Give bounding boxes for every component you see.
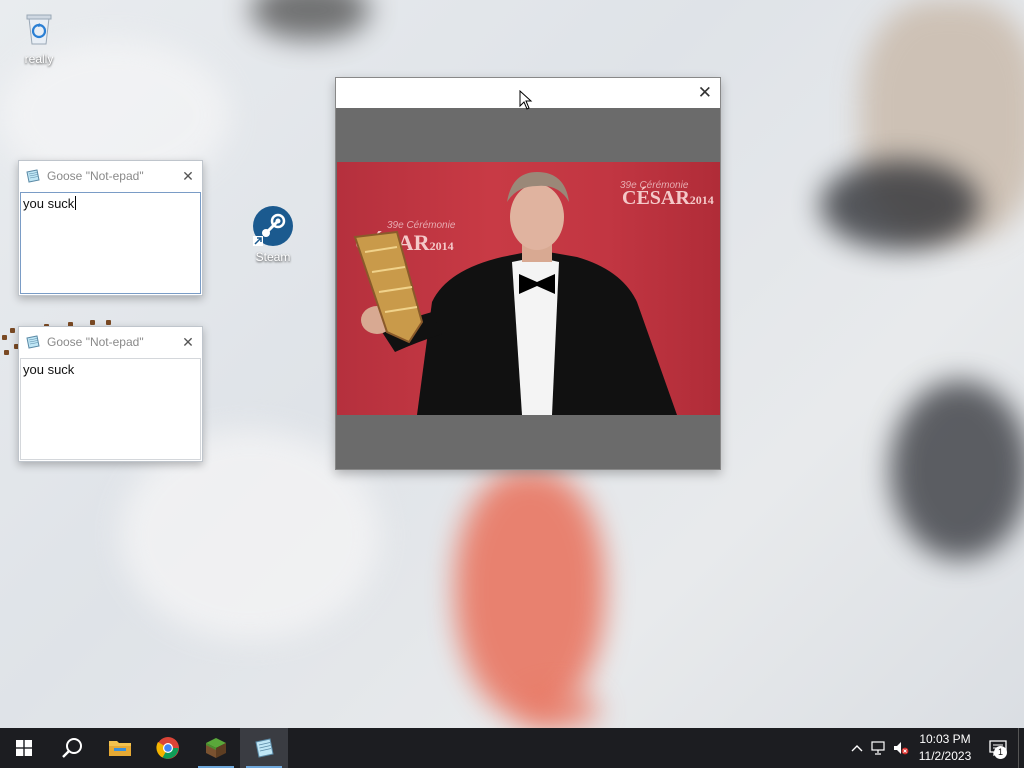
search-button[interactable] <box>48 728 96 768</box>
desktop-icon-label: really <box>24 52 54 66</box>
notepad-titlebar[interactable]: Goose "Not-epad" ✕ <box>19 161 202 191</box>
notepad-text-area[interactable]: you suck <box>20 358 201 460</box>
taskbar-clock[interactable]: 10:03 PM 11/2/2023 <box>912 731 978 765</box>
windows-logo-icon <box>16 740 32 756</box>
grass-block-icon <box>206 738 226 758</box>
close-icon[interactable]: ✕ <box>180 168 196 184</box>
recycle-bin-icon <box>26 14 52 45</box>
wallpaper-goose-foot <box>890 380 1024 560</box>
desktop-icon-label: Steam <box>255 250 291 264</box>
notepad-title: Goose "Not-epad" <box>47 169 144 183</box>
notepad-text-area[interactable]: you suck <box>20 192 201 294</box>
search-icon <box>62 738 82 758</box>
notepad-icon <box>26 169 40 183</box>
notepad-title: Goose "Not-epad" <box>47 335 144 349</box>
close-icon[interactable]: ✕ <box>180 334 196 350</box>
goose-notepad-window[interactable]: Goose "Not-epad" ✕ you suck <box>18 326 203 462</box>
taskbar: 10:03 PM 11/2/2023 1 <box>0 728 1024 768</box>
person-figure <box>353 172 677 415</box>
text-caret <box>75 196 77 210</box>
notepad-icon <box>26 335 40 349</box>
photo-image: 39e Cérémonie CÉSAR2014 39e Cérémonie CÉ… <box>337 162 720 415</box>
notepad-text: you suck <box>23 362 75 377</box>
steam-icon <box>253 206 293 246</box>
network-icon[interactable] <box>868 728 890 768</box>
desktop-icon-steam[interactable]: Steam <box>238 204 308 264</box>
chevron-up-icon[interactable] <box>846 728 868 768</box>
chrome-icon <box>156 737 179 759</box>
mouse-cursor-icon <box>519 90 533 110</box>
action-center-button[interactable]: 1 <box>978 728 1018 768</box>
notepad-titlebar[interactable]: Goose "Not-epad" ✕ <box>19 327 202 357</box>
taskbar-minecraft[interactable] <box>192 728 240 768</box>
folder-icon <box>109 741 131 756</box>
wallpaper-goose-foot <box>820 160 980 250</box>
goose-image-window[interactable]: ✕ 39e Cérémonie CÉSAR2014 39e Cérémonie … <box>335 77 721 470</box>
start-button[interactable] <box>0 728 48 768</box>
taskbar-notepad[interactable] <box>240 728 288 768</box>
notepad-icon <box>255 738 274 758</box>
clock-date: 11/2/2023 <box>918 749 972 763</box>
show-desktop-button[interactable] <box>1018 728 1024 768</box>
volume-muted-icon[interactable] <box>890 728 912 768</box>
taskbar-chrome[interactable] <box>144 728 192 768</box>
notification-badge: 1 <box>994 746 1007 759</box>
clock-time: 10:03 PM <box>919 732 971 746</box>
goose-notepad-window[interactable]: Goose "Not-epad" ✕ you suck <box>18 160 203 296</box>
system-tray: 10:03 PM 11/2/2023 1 <box>846 728 1024 768</box>
wallpaper-goose-shape <box>250 0 370 40</box>
desktop-icon-recycle-bin[interactable]: really <box>4 6 74 66</box>
taskbar-file-explorer[interactable] <box>96 728 144 768</box>
wallpaper-fish-tail <box>520 690 600 730</box>
close-icon[interactable]: ✕ <box>698 84 712 102</box>
wallpaper-fish <box>455 470 605 720</box>
notepad-text: you suck <box>23 196 75 211</box>
